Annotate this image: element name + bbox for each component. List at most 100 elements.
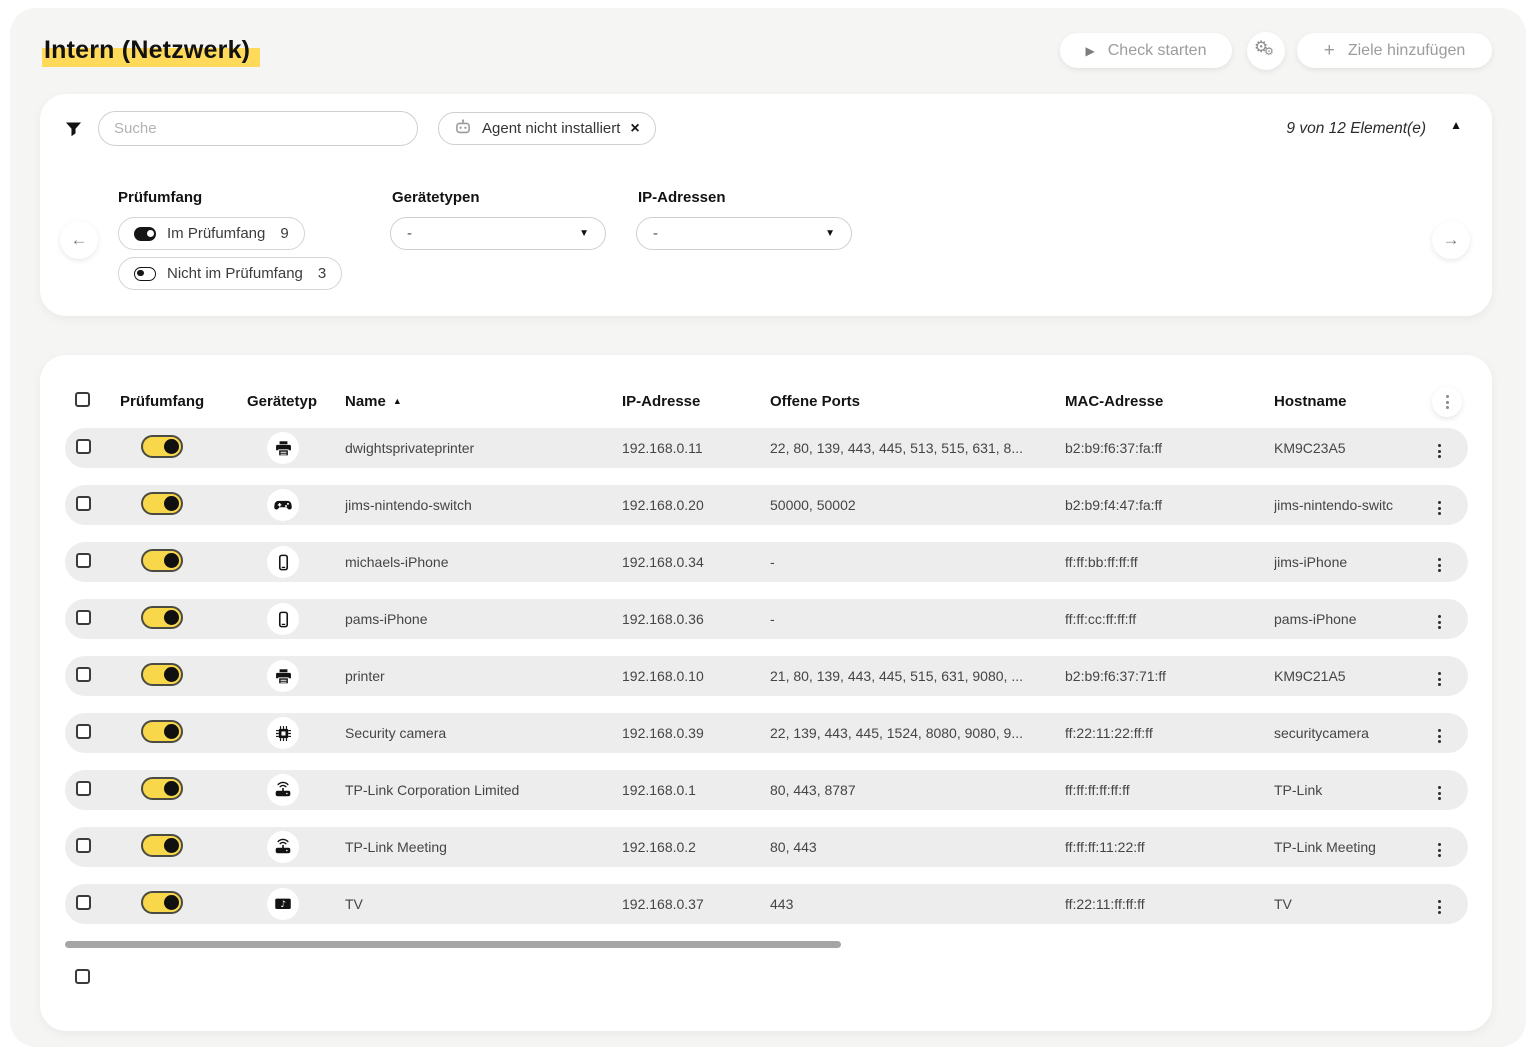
row-checkbox[interactable] — [76, 667, 91, 682]
ip-addresses-value: - — [653, 225, 658, 242]
device-name: TV — [345, 896, 622, 912]
row-menu-icon[interactable] — [1432, 896, 1447, 918]
close-icon[interactable]: × — [630, 121, 639, 137]
device-types-filter-label: Gerätetypen — [392, 189, 480, 206]
hostname: securitycamera — [1274, 725, 1432, 741]
tv-icon: ♪ — [267, 888, 299, 920]
row-menu-icon[interactable] — [1432, 611, 1447, 633]
collapse-filters-icon[interactable]: ▲ — [1450, 118, 1462, 132]
horizontal-scrollbar[interactable] — [65, 941, 841, 948]
footer-checkbox[interactable] — [75, 969, 90, 984]
device-types-value: - — [407, 225, 412, 242]
search-input[interactable] — [98, 111, 418, 146]
column-header-scope: Prüfumfang — [120, 393, 247, 410]
table-header-row: Prüfumfang Gerätetyp Name ▲ IP-Adresse O… — [65, 385, 1468, 417]
scroll-filters-left-button[interactable]: ← — [60, 221, 98, 259]
table-row[interactable]: TP-Link Meeting 192.168.0.2 80, 443 ff:f… — [65, 827, 1468, 867]
table-row[interactable]: printer 192.168.0.10 21, 80, 139, 443, 4… — [65, 656, 1468, 696]
row-menu-icon[interactable] — [1432, 554, 1447, 576]
printer-icon — [267, 432, 299, 464]
page-title: Intern (Netzwerk) — [42, 36, 260, 65]
row-menu-icon[interactable] — [1432, 839, 1447, 861]
table-row[interactable]: Security camera 192.168.0.39 22, 139, 44… — [65, 713, 1468, 753]
table-rows: dwightsprivateprinter 192.168.0.11 22, 8… — [65, 428, 1468, 924]
table-row[interactable]: ♪ TV 192.168.0.37 443 ff:22:11:ff:ff:ff … — [65, 884, 1468, 924]
settings-button[interactable]: ⚙ ⚙ — [1247, 32, 1285, 70]
row-checkbox[interactable] — [76, 838, 91, 853]
check-start-button[interactable]: ▶ Check starten — [1060, 33, 1232, 68]
scope-toggle-on[interactable] — [141, 834, 183, 857]
select-all-checkbox[interactable] — [75, 392, 90, 407]
hostname: TP-Link — [1274, 782, 1432, 798]
open-ports: 21, 80, 139, 443, 445, 515, 631, 9080, .… — [770, 668, 1065, 684]
scope-toggle-on[interactable] — [141, 606, 183, 629]
mac-address: b2:b9:f4:47:fa:ff — [1065, 497, 1274, 513]
mac-address: ff:ff:ff:ff:ff:ff — [1065, 782, 1274, 798]
row-checkbox[interactable] — [76, 724, 91, 739]
mac-address: ff:22:11:22:ff:ff — [1065, 725, 1274, 741]
open-ports: - — [770, 611, 1065, 627]
table-row[interactable]: jims-nintendo-switch 192.168.0.20 50000,… — [65, 485, 1468, 525]
column-header-device: Gerätetyp — [247, 393, 345, 410]
add-targets-button[interactable]: + Ziele hinzufügen — [1297, 33, 1492, 68]
table-row[interactable]: pams-iPhone 192.168.0.36 - ff:ff:cc:ff:f… — [65, 599, 1468, 639]
column-header-hostname: Hostname — [1274, 393, 1432, 410]
mac-address: ff:ff:cc:ff:ff:ff — [1065, 611, 1274, 627]
scope-toggle-on[interactable] — [141, 492, 183, 515]
table-row[interactable]: dwightsprivateprinter 192.168.0.11 22, 8… — [65, 428, 1468, 468]
agent-filter-label: Agent nicht installiert — [482, 120, 620, 137]
row-checkbox[interactable] — [76, 553, 91, 568]
chevron-down-icon: ▼ — [579, 228, 589, 239]
filter-not-in-scope-chip[interactable]: Nicht im Prüfumfang 3 — [118, 257, 342, 290]
row-checkbox[interactable] — [76, 439, 91, 454]
row-checkbox[interactable] — [76, 781, 91, 796]
scope-toggle-on[interactable] — [141, 549, 183, 572]
row-checkbox[interactable] — [76, 895, 91, 910]
scope-toggle-on[interactable] — [141, 891, 183, 914]
table-row[interactable]: TP-Link Corporation Limited 192.168.0.1 … — [65, 770, 1468, 810]
device-types-dropdown[interactable]: - ▼ — [390, 217, 606, 250]
chip-icon — [267, 717, 299, 749]
table-row[interactable]: michaels-iPhone 192.168.0.34 - ff:ff:bb:… — [65, 542, 1468, 582]
hostname: jims-iPhone — [1274, 554, 1432, 570]
router-icon — [267, 774, 299, 806]
agent-filter-chip[interactable]: Agent nicht installiert × — [438, 112, 656, 145]
column-settings-button[interactable] — [1432, 387, 1462, 417]
open-ports: 50000, 50002 — [770, 497, 1065, 513]
scope-toggle-on[interactable] — [141, 720, 183, 743]
in-scope-count: 9 — [280, 225, 288, 242]
row-checkbox[interactable] — [76, 496, 91, 511]
row-menu-icon[interactable] — [1432, 725, 1447, 747]
row-menu-icon[interactable] — [1432, 440, 1447, 462]
scope-filter-label: Prüfumfang — [118, 189, 202, 206]
row-menu-icon[interactable] — [1432, 497, 1447, 519]
filter-in-scope-chip[interactable]: Im Prüfumfang 9 — [118, 217, 305, 250]
open-ports: 443 — [770, 896, 1065, 912]
row-menu-icon[interactable] — [1432, 668, 1447, 690]
ip-addresses-dropdown[interactable]: - ▼ — [636, 217, 852, 250]
router-icon — [267, 831, 299, 863]
device-name: michaels-iPhone — [345, 554, 622, 570]
hostname: pams-iPhone — [1274, 611, 1432, 627]
column-header-name[interactable]: Name ▲ — [345, 393, 622, 410]
scope-toggle-on[interactable] — [141, 663, 183, 686]
check-start-label: Check starten — [1108, 42, 1207, 60]
scroll-filters-right-button[interactable]: → — [1432, 221, 1470, 259]
gamepad-icon — [267, 489, 299, 521]
device-name: pams-iPhone — [345, 611, 622, 627]
row-menu-icon[interactable] — [1432, 782, 1447, 804]
column-header-mac: MAC-Adresse — [1065, 393, 1274, 410]
sort-ascending-icon: ▲ — [393, 396, 402, 406]
ip-address: 192.168.0.20 — [622, 497, 770, 513]
device-name: printer — [345, 668, 622, 684]
mac-address: ff:ff:bb:ff:ff:ff — [1065, 554, 1274, 570]
row-checkbox[interactable] — [76, 610, 91, 625]
scope-toggle-on[interactable] — [141, 777, 183, 800]
targets-table-card: Prüfumfang Gerätetyp Name ▲ IP-Adresse O… — [40, 355, 1492, 1031]
open-ports: 22, 80, 139, 443, 445, 513, 515, 631, 8.… — [770, 440, 1065, 456]
scope-toggle-on[interactable] — [141, 435, 183, 458]
svg-text:♪: ♪ — [280, 900, 286, 910]
device-name: TP-Link Corporation Limited — [345, 782, 622, 798]
hostname: KM9C23A5 — [1274, 440, 1432, 456]
device-name: dwightsprivateprinter — [345, 440, 622, 456]
